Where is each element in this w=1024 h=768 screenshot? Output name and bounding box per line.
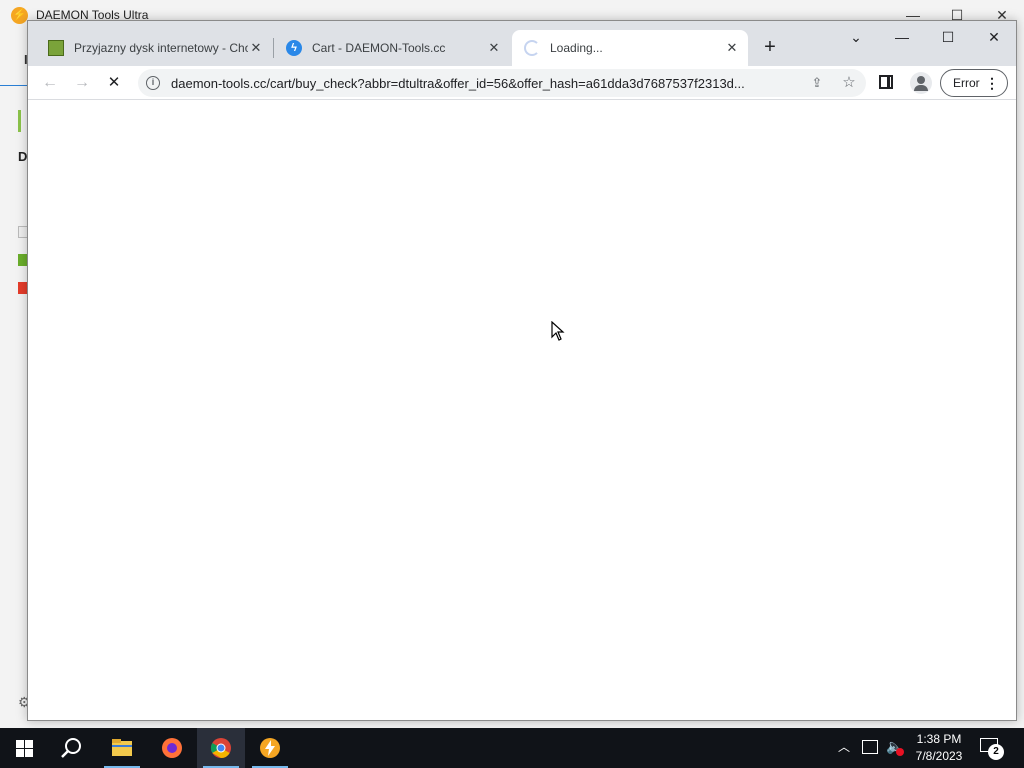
tab-close-icon[interactable]: ✕ (248, 40, 264, 56)
background-sidebar-letter: D (18, 149, 28, 164)
site-info-icon[interactable]: i (146, 76, 160, 90)
new-tab-button[interactable]: + (758, 35, 782, 59)
tab-strip: Przyjazny dysk internetowy - Chomikuj.pl… (28, 21, 1016, 66)
folder-icon (112, 739, 132, 756)
kebab-menu-icon[interactable]: ⋮ (985, 70, 999, 96)
tab-title: Cart - DAEMON-Tools.cc (312, 41, 446, 55)
search-icon (61, 738, 81, 758)
firefox-icon (162, 738, 182, 758)
error-button[interactable]: Error ⋮ (940, 69, 1008, 97)
chrome-icon (210, 738, 231, 759)
tab-loading-active[interactable]: Loading... ✕ (512, 30, 748, 66)
search-button[interactable] (48, 728, 96, 768)
tab-search-chevron-icon[interactable]: ⌄ (844, 27, 868, 47)
daemon-tools-icon (260, 738, 280, 758)
browser-window: Przyjazny dysk internetowy - Chomikuj.pl… (27, 20, 1017, 721)
clock-time: 1:38 PM (916, 732, 962, 746)
start-button[interactable] (0, 728, 48, 768)
browser-close-icon[interactable]: ✕ (982, 27, 1006, 47)
page-viewport (28, 101, 1016, 720)
windows-taskbar: ︿ 🔈 1:38 PM 7/8/2023 2 (0, 728, 1024, 768)
windows-logo-icon (15, 740, 33, 757)
profile-avatar-icon[interactable] (910, 72, 932, 94)
browser-maximize-icon[interactable]: ☐ (936, 27, 960, 47)
file-explorer-button[interactable] (98, 728, 146, 768)
tab-daemon-cart[interactable]: ϟ Cart - DAEMON-Tools.cc ✕ (274, 30, 510, 66)
tab-close-icon[interactable]: ✕ (486, 40, 502, 56)
show-hidden-icons-chevron-icon[interactable]: ︿ (838, 738, 850, 755)
daemon-tools-favicon-icon: ϟ (286, 40, 302, 56)
mouse-cursor-icon (551, 321, 565, 341)
browser-toolbar: ← → ✕ i daemon-tools.cc/cart/buy_check?a… (28, 66, 1016, 100)
clock-date: 7/8/2023 (915, 749, 963, 763)
tab-chomikuj[interactable]: Przyjazny dysk internetowy - Chomikuj.pl… (36, 30, 272, 66)
volume-muted-badge-icon (896, 748, 904, 756)
tab-close-icon[interactable]: ✕ (724, 40, 740, 56)
forward-arrow-icon[interactable]: → (70, 71, 94, 95)
network-icon[interactable] (862, 740, 878, 754)
loading-spinner-icon (524, 40, 540, 56)
stop-loading-icon[interactable]: ✕ (102, 71, 126, 95)
background-divider (0, 85, 28, 86)
background-green-indicator (18, 110, 21, 132)
action-center-button[interactable]: 2 (980, 738, 1004, 760)
bookmark-star-icon[interactable]: ☆ (840, 74, 858, 92)
url-text[interactable]: daemon-tools.cc/cart/buy_check?abbr=dtul… (171, 76, 801, 91)
daemon-tools-button[interactable] (246, 728, 294, 768)
clock[interactable]: 1:38 PM 7/8/2023 (908, 731, 970, 765)
error-button-label: Error (953, 76, 980, 90)
back-arrow-icon[interactable]: ← (38, 71, 62, 95)
share-icon[interactable]: ⇪ (808, 74, 826, 92)
tab-title: Przyjazny dysk internetowy - Chomikuj.pl (74, 41, 248, 55)
address-bar[interactable]: i daemon-tools.cc/cart/buy_check?abbr=dt… (138, 69, 866, 97)
side-panel-icon[interactable] (879, 75, 893, 89)
browser-minimize-icon[interactable]: — (890, 27, 914, 47)
notification-count-badge: 2 (988, 744, 1004, 760)
tab-title: Loading... (550, 41, 603, 55)
chomikuj-favicon-icon (48, 40, 64, 56)
firefox-button[interactable] (148, 728, 196, 768)
chrome-button[interactable] (197, 728, 245, 768)
daemon-tools-logo-icon: ⚡ (11, 7, 28, 24)
